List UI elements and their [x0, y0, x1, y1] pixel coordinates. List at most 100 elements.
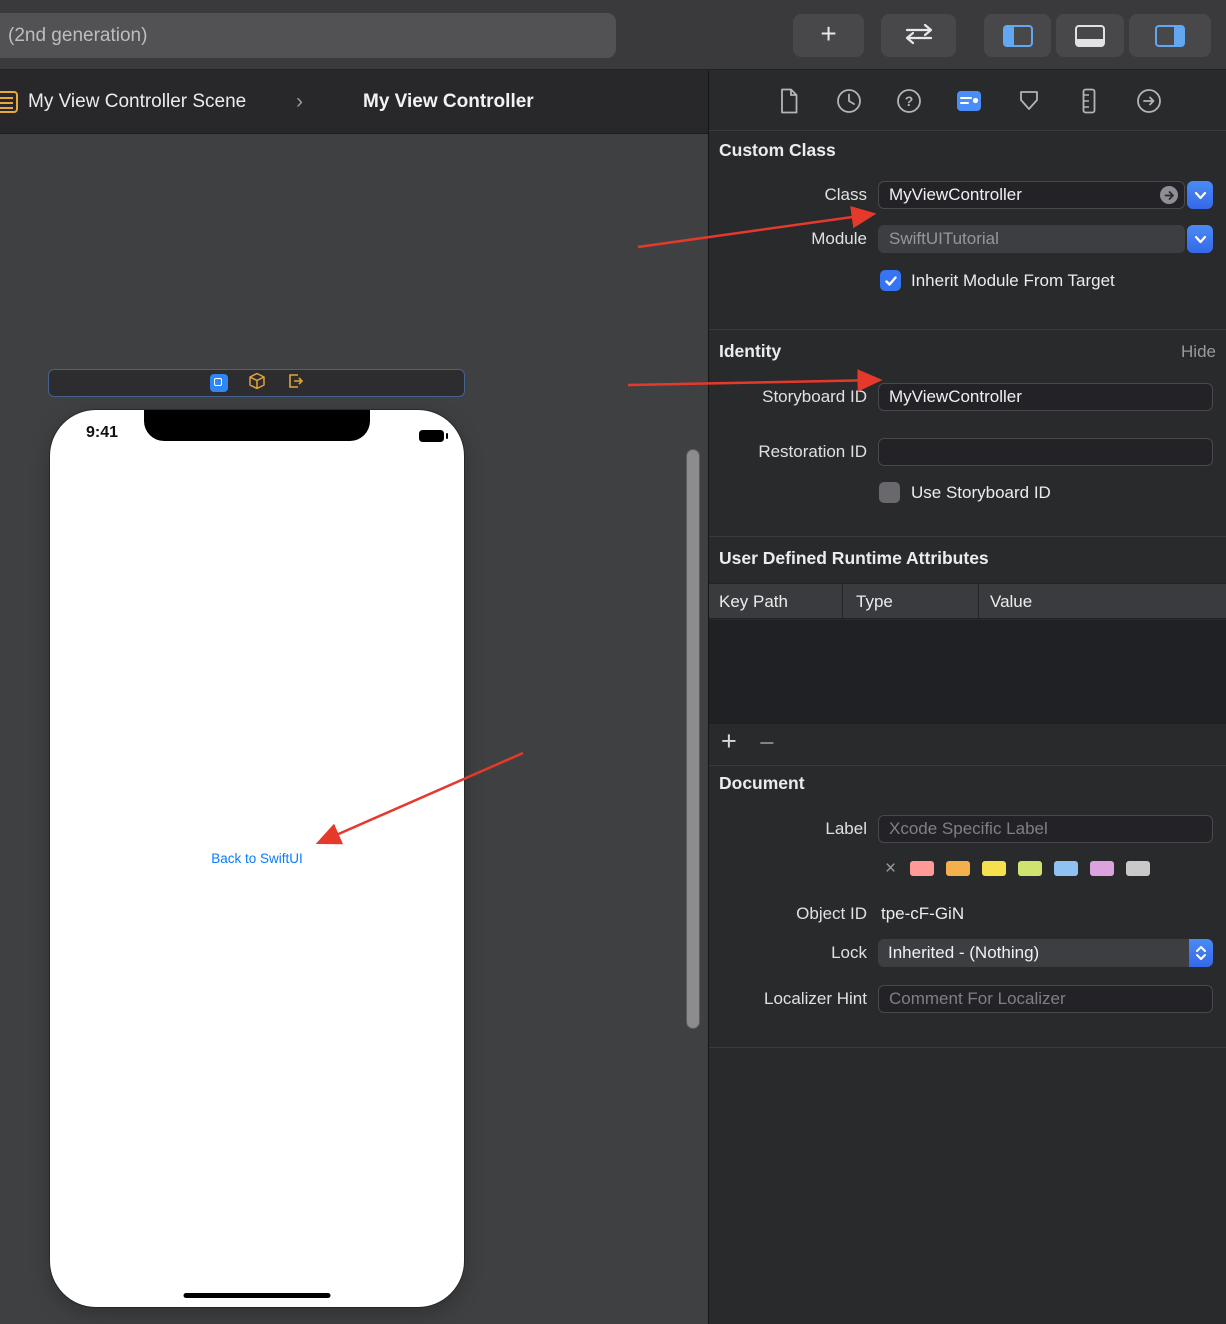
module-field[interactable]	[878, 225, 1185, 253]
ruler-icon	[1082, 88, 1096, 114]
size-inspector-tab[interactable]	[1069, 84, 1109, 118]
xcode-window: (2nd generation) + My View Controller Sc…	[0, 0, 1226, 1324]
use-storyboard-id-checkbox[interactable]	[879, 482, 900, 503]
use-storyboard-id-label: Use Storyboard ID	[911, 482, 1051, 503]
label-color-swatch-orange[interactable]	[946, 861, 970, 876]
column-key-path[interactable]: Key Path	[719, 584, 788, 620]
breadcrumb-separator: ›	[296, 70, 303, 134]
help-inspector-tab[interactable]: ?	[889, 84, 929, 118]
checkmark-icon	[884, 274, 898, 288]
debug-area-toggle-button[interactable]	[1056, 14, 1124, 57]
lock-popup-value: Inherited - (Nothing)	[888, 943, 1039, 962]
file-inspector-tab[interactable]	[769, 84, 809, 118]
attributes-icon	[1018, 90, 1040, 112]
module-label: Module	[709, 225, 867, 253]
connections-icon	[1136, 88, 1162, 114]
inherit-module-label: Inherit Module From Target	[911, 270, 1115, 291]
localizer-hint-label: Localizer Hint	[709, 985, 867, 1013]
history-inspector-tab[interactable]	[829, 84, 869, 118]
hide-link[interactable]: Hide	[1181, 342, 1216, 362]
identity-card-icon	[956, 90, 982, 112]
inspector-toggle-button[interactable]	[1129, 14, 1211, 57]
column-value[interactable]: Value	[990, 584, 1032, 620]
label-color-swatch-pink[interactable]	[910, 861, 934, 876]
inherit-module-checkbox[interactable]	[880, 270, 901, 291]
label-color-swatch-gray[interactable]	[1126, 861, 1150, 876]
editor-swap-button[interactable]	[881, 14, 956, 57]
chevron-down-icon	[1194, 191, 1207, 200]
first-responder-cube-icon[interactable]	[248, 372, 266, 395]
runtime-attributes-table-body[interactable]	[709, 620, 1226, 724]
class-dropdown-button[interactable]	[1187, 181, 1213, 209]
svg-text:?: ?	[905, 93, 914, 109]
clear-color-button[interactable]: ×	[885, 861, 896, 877]
battery-icon	[419, 430, 444, 442]
inspector-panel-icon	[1155, 25, 1185, 47]
attributes-inspector-tab[interactable]	[1009, 84, 1049, 118]
library-add-button[interactable]: +	[793, 14, 864, 57]
identity-inspector-tab[interactable]	[949, 84, 989, 118]
notch	[144, 410, 370, 441]
navigator-toggle-button[interactable]	[984, 14, 1051, 57]
chevron-down-icon	[1194, 235, 1207, 244]
module-dropdown-button[interactable]	[1187, 225, 1213, 253]
jump-to-class-icon[interactable]	[1160, 186, 1178, 204]
lock-label: Lock	[709, 939, 867, 967]
custom-class-title: Custom Class	[719, 140, 836, 161]
identity-title: Identity	[719, 341, 781, 362]
runtime-attributes-table-header: Key Path Type Value	[709, 583, 1226, 619]
object-id-value: tpe-cF-GiN	[881, 901, 964, 927]
section-divider	[709, 329, 1226, 330]
iphone-preview: 9:41 Back to SwiftUI	[50, 410, 464, 1307]
section-divider	[709, 765, 1226, 766]
jump-bar: My View Controller Scene › My View Contr…	[0, 70, 708, 134]
navigator-panel-icon	[1003, 25, 1033, 47]
label-color-swatch-purple[interactable]	[1090, 861, 1114, 876]
section-divider	[709, 536, 1226, 537]
document-label-field[interactable]	[878, 815, 1213, 843]
interface-builder-canvas: 9:41 Back to SwiftUI	[0, 134, 708, 1324]
help-icon: ?	[896, 88, 922, 114]
file-icon	[779, 88, 799, 114]
class-field[interactable]	[878, 181, 1185, 209]
swap-arrows-icon	[899, 21, 939, 50]
selected-view-bar[interactable]	[48, 369, 465, 397]
scene-icon	[0, 91, 18, 113]
remove-attribute-button[interactable]: −	[759, 730, 775, 757]
object-id-label: Object ID	[709, 901, 867, 927]
document-label-label: Label	[709, 815, 867, 843]
document-title: Document	[719, 773, 805, 794]
add-attribute-button[interactable]: +	[721, 728, 737, 755]
status-bar-time: 9:41	[86, 424, 118, 442]
restoration-id-label: Restoration ID	[709, 438, 867, 466]
debug-panel-icon	[1075, 25, 1105, 47]
restoration-id-field[interactable]	[878, 438, 1213, 466]
canvas-scrollbar[interactable]	[686, 449, 700, 1029]
view-controller-app-icon[interactable]	[210, 374, 228, 392]
storyboard-id-label: Storyboard ID	[709, 383, 867, 411]
class-label: Class	[709, 181, 867, 209]
lock-popup[interactable]: Inherited - (Nothing)	[878, 939, 1213, 967]
breadcrumb-controller[interactable]: My View Controller	[363, 70, 534, 134]
popup-chevrons-icon	[1189, 939, 1213, 967]
run-destination-field[interactable]: (2nd generation)	[0, 13, 616, 58]
tabs-divider	[709, 130, 1226, 131]
runtime-attributes-title: User Defined Runtime Attributes	[719, 548, 989, 569]
home-indicator	[184, 1293, 331, 1299]
exit-segue-icon[interactable]	[286, 372, 304, 395]
section-divider	[709, 1047, 1226, 1048]
column-type[interactable]: Type	[856, 584, 893, 620]
back-to-swiftui-button[interactable]: Back to SwiftUI	[50, 851, 464, 866]
column-separator[interactable]	[842, 584, 843, 620]
label-color-swatch-yellow[interactable]	[982, 861, 1006, 876]
column-separator[interactable]	[978, 584, 979, 620]
connections-inspector-tab[interactable]	[1129, 84, 1169, 118]
localizer-hint-field[interactable]	[878, 985, 1213, 1013]
main-toolbar: (2nd generation) +	[0, 0, 1226, 70]
breadcrumb-scene[interactable]: My View Controller Scene	[28, 70, 246, 134]
clock-icon	[836, 88, 862, 114]
label-color-swatch-blue[interactable]	[1054, 861, 1078, 876]
storyboard-id-field[interactable]	[878, 383, 1213, 411]
label-color-swatch-green[interactable]	[1018, 861, 1042, 876]
identity-inspector-panel: ? Cus	[708, 70, 1226, 1324]
